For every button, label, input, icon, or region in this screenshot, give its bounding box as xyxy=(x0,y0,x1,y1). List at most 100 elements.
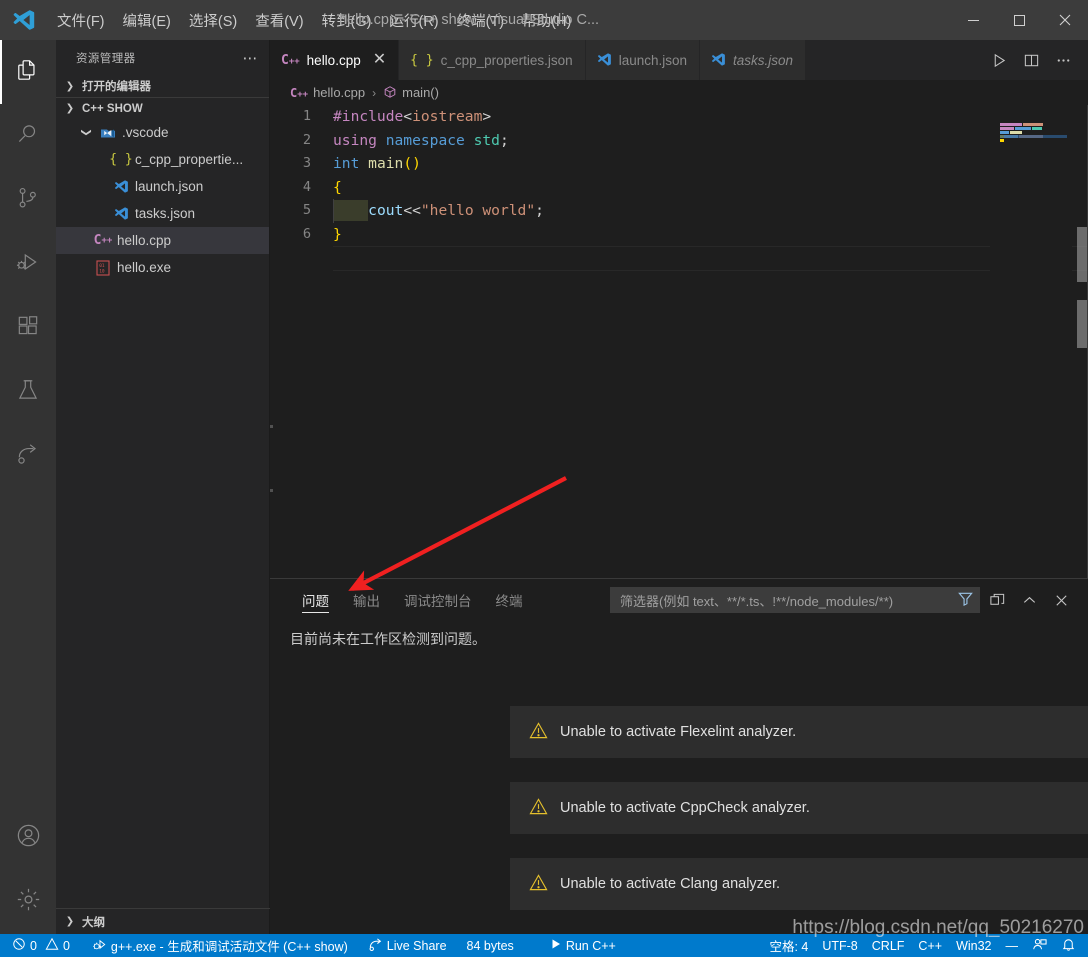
tree-item-label: tasks.json xyxy=(135,206,195,221)
run-cpp-label: Run C++ xyxy=(566,939,616,953)
tree-item-hello-exe[interactable]: 01 10 hello.exe xyxy=(56,254,269,281)
indentation-status[interactable]: 空格: 4 xyxy=(762,934,815,957)
open-in-editor-icon[interactable] xyxy=(982,585,1012,615)
notification-toast[interactable]: Unable to activate Flexelint analyzer. xyxy=(510,706,1088,758)
tab-launch-json[interactable]: launch.json xyxy=(586,40,700,80)
panel-actions: 筛选器(例如 text、**/*.ts、!**/node_modules/**) xyxy=(610,585,1088,615)
account-icon xyxy=(15,822,42,854)
activitybar-testing[interactable] xyxy=(0,360,56,424)
panel-tab-output[interactable]: 输出 xyxy=(341,579,392,621)
breadcrumb: C++ hello.cpp › main() xyxy=(270,80,1088,105)
status-bar-right: 空格: 4 UTF-8 CRLF C++ Win32 — xyxy=(762,934,1088,957)
menu-edit[interactable]: 编辑(E) xyxy=(114,0,180,40)
chevron-up-icon[interactable] xyxy=(1014,585,1044,615)
editor-vertical-scrollbar[interactable] xyxy=(1074,105,1088,615)
section-project-root[interactable]: ❯ C++ SHOW xyxy=(56,97,269,119)
extra-status[interactable]: — xyxy=(999,934,1026,957)
run-cpp-status[interactable]: Run C++ xyxy=(543,934,623,957)
notification-message: Unable to activate CppCheck analyzer. xyxy=(560,800,810,816)
platform-status[interactable]: Win32 xyxy=(949,934,998,957)
open-editors-label: 打开的编辑器 xyxy=(82,78,151,94)
close-icon[interactable]: ✕ xyxy=(373,52,386,68)
breadcrumb-symbol[interactable]: main() xyxy=(402,85,439,100)
tab-label: launch.json xyxy=(619,53,687,68)
tree-item-hello-cpp[interactable]: C++ hello.cpp xyxy=(56,227,269,254)
section-open-editors[interactable]: ❯ 打开的编辑器 xyxy=(56,75,269,97)
problems-status[interactable]: 0 0 xyxy=(0,934,77,957)
sidebar-more-icon[interactable]: ⋯ xyxy=(243,49,260,67)
problems-filter-input[interactable]: 筛选器(例如 text、**/*.ts、!**/node_modules/**) xyxy=(610,587,980,613)
close-icon[interactable] xyxy=(1046,585,1076,615)
editor-minimap[interactable] xyxy=(990,105,1072,615)
encoding-status[interactable]: UTF-8 xyxy=(815,934,864,957)
tab-hello-cpp[interactable]: C++ hello.cpp ✕ xyxy=(270,40,399,80)
notification-toast[interactable]: Unable to activate CppCheck analyzer. xyxy=(510,782,1088,834)
menu-file[interactable]: 文件(F) xyxy=(48,0,114,40)
vscode-json-icon xyxy=(711,52,726,68)
search-icon xyxy=(15,121,41,152)
notifications-status[interactable] xyxy=(1054,934,1088,957)
current-line-border-bottom xyxy=(333,270,1088,271)
menu-view[interactable]: 查看(V) xyxy=(246,0,312,40)
tree-item-launch-json[interactable]: launch.json xyxy=(56,173,269,200)
error-count: 0 xyxy=(30,939,37,953)
menu-selection[interactable]: 选择(S) xyxy=(180,0,246,40)
menu-go[interactable]: 转到(G) xyxy=(313,0,381,40)
tree-item-tasks-json[interactable]: tasks.json xyxy=(56,200,269,227)
extensions-icon xyxy=(15,313,41,344)
svg-text:10: 10 xyxy=(99,268,105,274)
split-editor-icon[interactable] xyxy=(1016,43,1046,78)
build-task-label: g++.exe - 生成和调试活动文件 (C++ show) xyxy=(111,936,348,955)
activitybar-extensions[interactable] xyxy=(0,296,56,360)
code-editor[interactable]: 1 #include<iostream> 2 using namespace s… xyxy=(270,105,1088,615)
binary-icon: 01 10 xyxy=(94,260,112,276)
scrollbar-thumb[interactable] xyxy=(1077,227,1087,282)
gear-icon xyxy=(15,886,42,918)
minimize-button[interactable] xyxy=(950,0,996,40)
activitybar-account[interactable] xyxy=(0,806,56,870)
status-bar: 0 0 g++.exe - 生成和调试活动文件 (C++ show) Live … xyxy=(0,934,1088,957)
eol-status[interactable]: CRLF xyxy=(865,934,912,957)
activitybar-settings[interactable] xyxy=(0,870,56,934)
maximize-button[interactable] xyxy=(996,0,1042,40)
chevron-right-icon: › xyxy=(372,86,376,100)
filter-icon[interactable] xyxy=(957,590,974,610)
build-task-status[interactable]: g++.exe - 生成和调试活动文件 (C++ show) xyxy=(85,934,355,957)
language-mode-status[interactable]: C++ xyxy=(911,934,949,957)
tree-item-vscode-folder[interactable]: ❯ .vscode xyxy=(56,119,269,146)
menu-terminal[interactable]: 终端(T) xyxy=(448,0,514,40)
menu-help[interactable]: 帮助(H) xyxy=(513,0,580,40)
code-line-text: #include<iostream> xyxy=(333,105,491,129)
code-line-text: { xyxy=(333,176,342,200)
panel-tab-debug-console[interactable]: 调试控制台 xyxy=(392,579,484,621)
line-number: 4 xyxy=(270,176,333,200)
activitybar-explorer[interactable] xyxy=(0,40,56,104)
cpp-icon: C++ xyxy=(281,53,300,68)
activitybar-source-control[interactable] xyxy=(0,168,56,232)
bell-icon xyxy=(1061,937,1076,955)
sidebar-title-label: 资源管理器 xyxy=(76,50,136,66)
code-line-2: 2 using namespace std; xyxy=(270,129,1088,153)
close-button[interactable] xyxy=(1042,0,1088,40)
activitybar-search[interactable] xyxy=(0,104,56,168)
breadcrumb-file[interactable]: hello.cpp xyxy=(313,85,365,100)
panel-tab-problems[interactable]: 问题 xyxy=(290,579,341,621)
section-outline[interactable]: ❯ 大纲 xyxy=(56,908,270,934)
activitybar-remote-explorer[interactable] xyxy=(0,424,56,488)
more-actions-icon[interactable] xyxy=(1048,43,1078,78)
tree-item-c-cpp-properties[interactable]: { } c_cpp_propertie... xyxy=(56,146,269,173)
file-size-status[interactable]: 84 bytes xyxy=(460,934,521,957)
panel-tab-terminal[interactable]: 终端 xyxy=(484,579,535,621)
tab-tasks-json[interactable]: tasks.json xyxy=(700,40,806,80)
title-bar: 文件(F) 编辑(E) 选择(S) 查看(V) 转到(G) 运行(R) 终端(T… xyxy=(0,0,1088,40)
run-play-icon[interactable] xyxy=(984,43,1014,78)
play-icon xyxy=(550,938,562,953)
chevron-right-icon: ❯ xyxy=(62,81,78,92)
feedback-status[interactable] xyxy=(1025,934,1054,957)
live-share-status[interactable]: Live Share xyxy=(361,934,454,957)
code-line-text: using namespace std; xyxy=(333,129,509,153)
menu-run[interactable]: 运行(R) xyxy=(380,0,447,40)
tab-c-cpp-properties-json[interactable]: { } c_cpp_properties.json xyxy=(399,40,586,80)
notification-toast[interactable]: Unable to activate Clang analyzer. xyxy=(510,858,1088,910)
activitybar-run-debug[interactable] xyxy=(0,232,56,296)
